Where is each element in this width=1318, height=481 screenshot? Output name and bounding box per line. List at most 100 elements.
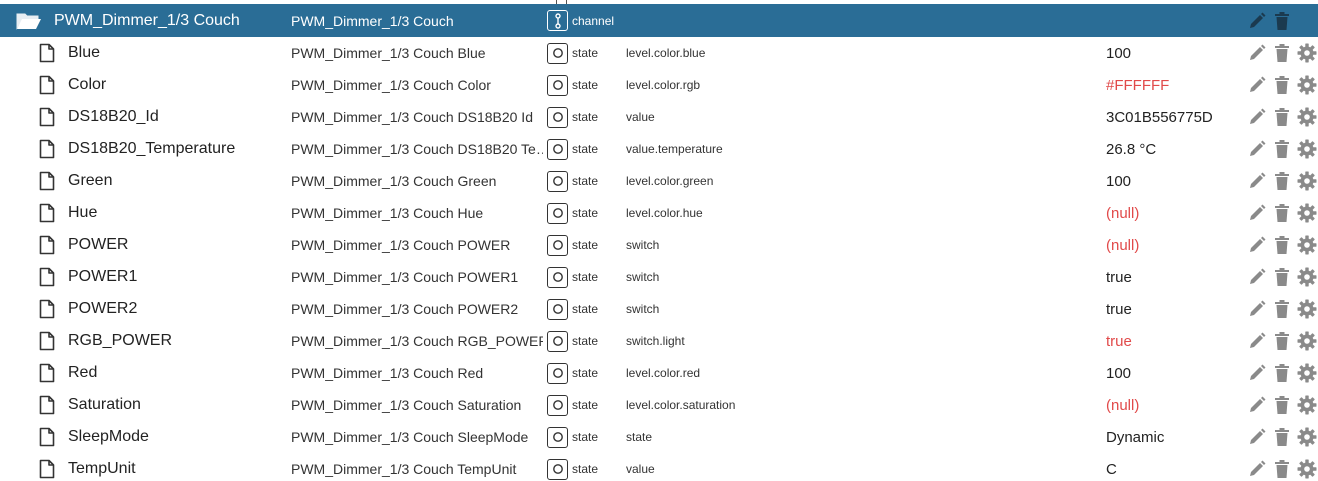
row-name: PWM_Dimmer_1/3 Couch DS18B20 Id xyxy=(291,109,533,125)
gear-icon[interactable] xyxy=(1297,234,1318,256)
gear-icon[interactable] xyxy=(1297,330,1318,352)
row-role: switch.light xyxy=(626,334,685,348)
gear-icon[interactable] xyxy=(1297,362,1318,384)
table-row[interactable]: Red PWM_Dimmer_1/3 Couch Red state level… xyxy=(0,357,1318,389)
pencil-icon[interactable] xyxy=(1246,10,1267,32)
pencil-icon[interactable] xyxy=(1246,138,1267,160)
pencil-icon[interactable] xyxy=(1246,394,1267,416)
trash-icon[interactable] xyxy=(1271,10,1292,32)
row-value[interactable]: 100 xyxy=(1106,37,1231,69)
gear-icon[interactable] xyxy=(1297,170,1318,192)
trash-icon[interactable] xyxy=(1271,138,1292,160)
row-type: state xyxy=(547,261,627,293)
row-value[interactable]: 3C01B556775D xyxy=(1106,101,1231,133)
table-row[interactable]: Green PWM_Dimmer_1/3 Couch Green state l… xyxy=(0,165,1318,197)
state-circle-icon xyxy=(547,426,568,448)
row-value[interactable]: true xyxy=(1106,325,1231,357)
row-type-label: state xyxy=(572,206,599,220)
gear-icon[interactable] xyxy=(1297,458,1318,480)
trash-icon[interactable] xyxy=(1271,362,1292,384)
pencil-icon[interactable] xyxy=(1246,426,1267,448)
row-type: state xyxy=(547,357,627,389)
pencil-icon[interactable] xyxy=(1246,106,1267,128)
trash-icon[interactable] xyxy=(1271,458,1292,480)
table-row[interactable]: TempUnit PWM_Dimmer_1/3 Couch TempUnit s… xyxy=(0,453,1318,481)
gear-icon[interactable] xyxy=(1297,202,1318,224)
row-value[interactable]: true xyxy=(1106,261,1231,293)
table-row[interactable]: DS18B20_Id PWM_Dimmer_1/3 Couch DS18B20 … xyxy=(0,101,1318,133)
row-value[interactable]: (null) xyxy=(1106,389,1231,421)
pencil-icon[interactable] xyxy=(1246,202,1267,224)
pencil-icon[interactable] xyxy=(1246,330,1267,352)
gear-icon[interactable] xyxy=(1297,394,1318,416)
table-row[interactable]: POWER1 PWM_Dimmer_1/3 Couch POWER1 state… xyxy=(0,261,1318,293)
file-icon xyxy=(36,165,58,197)
trash-icon[interactable] xyxy=(1271,330,1292,352)
state-circle-icon xyxy=(547,138,568,160)
row-role: level.color.red xyxy=(626,366,701,380)
trash-icon[interactable] xyxy=(1271,266,1292,288)
trash-icon[interactable] xyxy=(1271,74,1292,96)
pencil-icon[interactable] xyxy=(1246,266,1267,288)
gear-icon[interactable] xyxy=(1297,74,1318,96)
row-id: POWER2 xyxy=(68,300,138,317)
row-id: Blue xyxy=(68,44,101,61)
trash-icon[interactable] xyxy=(1271,42,1292,64)
gear-icon[interactable] xyxy=(1297,106,1318,128)
table-row[interactable]: SleepMode PWM_Dimmer_1/3 Couch SleepMode… xyxy=(0,421,1318,453)
trash-icon[interactable] xyxy=(1271,202,1292,224)
table-row[interactable]: Saturation PWM_Dimmer_1/3 Couch Saturati… xyxy=(0,389,1318,421)
trash-icon[interactable] xyxy=(1271,394,1292,416)
row-name: PWM_Dimmer_1/3 Couch DS18B20 Te… xyxy=(291,141,543,157)
trash-icon[interactable] xyxy=(1271,234,1292,256)
folder-open-icon[interactable] xyxy=(16,4,42,37)
row-value[interactable]: C xyxy=(1106,453,1231,481)
pencil-icon[interactable] xyxy=(1246,234,1267,256)
row-type: state xyxy=(547,165,627,197)
gear-icon[interactable] xyxy=(1297,42,1318,64)
row-role: level.color.saturation xyxy=(626,398,736,412)
gear-icon[interactable] xyxy=(1297,138,1318,160)
trash-icon[interactable] xyxy=(1271,298,1292,320)
pencil-icon[interactable] xyxy=(1246,170,1267,192)
trash-icon[interactable] xyxy=(1271,106,1292,128)
trash-icon[interactable] xyxy=(1271,170,1292,192)
row-name: PWM_Dimmer_1/3 Couch Red xyxy=(291,365,484,381)
state-circle-icon xyxy=(547,298,568,320)
row-role: value xyxy=(626,462,655,476)
table-row[interactable]: POWER PWM_Dimmer_1/3 Couch POWER state s… xyxy=(0,229,1318,261)
table-row[interactable]: Blue PWM_Dimmer_1/3 Couch Blue state lev… xyxy=(0,37,1318,69)
row-value[interactable]: Dynamic xyxy=(1106,421,1231,453)
table-row[interactable]: Hue PWM_Dimmer_1/3 Couch Hue state level… xyxy=(0,197,1318,229)
row-value[interactable]: 26.8 °C xyxy=(1106,133,1231,165)
row-type-label: state xyxy=(572,110,599,124)
row-value[interactable]: (null) xyxy=(1106,229,1231,261)
row-actions xyxy=(1246,325,1318,357)
row-value[interactable]: (null) xyxy=(1106,197,1231,229)
table-row[interactable]: Color PWM_Dimmer_1/3 Couch Color state l… xyxy=(0,69,1318,101)
state-circle-icon xyxy=(547,266,568,288)
table-row[interactable]: POWER2 PWM_Dimmer_1/3 Couch POWER2 state… xyxy=(0,293,1318,325)
gear-icon[interactable] xyxy=(1297,298,1318,320)
state-circle-icon xyxy=(547,394,568,416)
pencil-icon[interactable] xyxy=(1246,74,1267,96)
row-value[interactable]: 100 xyxy=(1106,357,1231,389)
pencil-icon[interactable] xyxy=(1246,458,1267,480)
channel-row[interactable]: PWM_Dimmer_1/3 Couch PWM_Dimmer_1/3 Couc… xyxy=(0,4,1318,37)
pencil-icon[interactable] xyxy=(1246,298,1267,320)
row-value[interactable]: true xyxy=(1106,293,1231,325)
pencil-icon[interactable] xyxy=(1246,362,1267,384)
file-icon xyxy=(36,197,58,229)
row-role: value.temperature xyxy=(626,142,723,156)
pencil-icon[interactable] xyxy=(1246,42,1267,64)
gear-icon[interactable] xyxy=(1297,426,1318,448)
row-value[interactable]: 100 xyxy=(1106,165,1231,197)
row-value[interactable]: #FFFFFF xyxy=(1106,69,1231,101)
gear-icon[interactable] xyxy=(1297,266,1318,288)
row-type-label: state xyxy=(572,430,599,444)
row-actions xyxy=(1246,37,1318,69)
row-actions xyxy=(1246,389,1318,421)
table-row[interactable]: RGB_POWER PWM_Dimmer_1/3 Couch RGB_POWER… xyxy=(0,325,1318,357)
trash-icon[interactable] xyxy=(1271,426,1292,448)
table-row[interactable]: DS18B20_Temperature PWM_Dimmer_1/3 Couch… xyxy=(0,133,1318,165)
